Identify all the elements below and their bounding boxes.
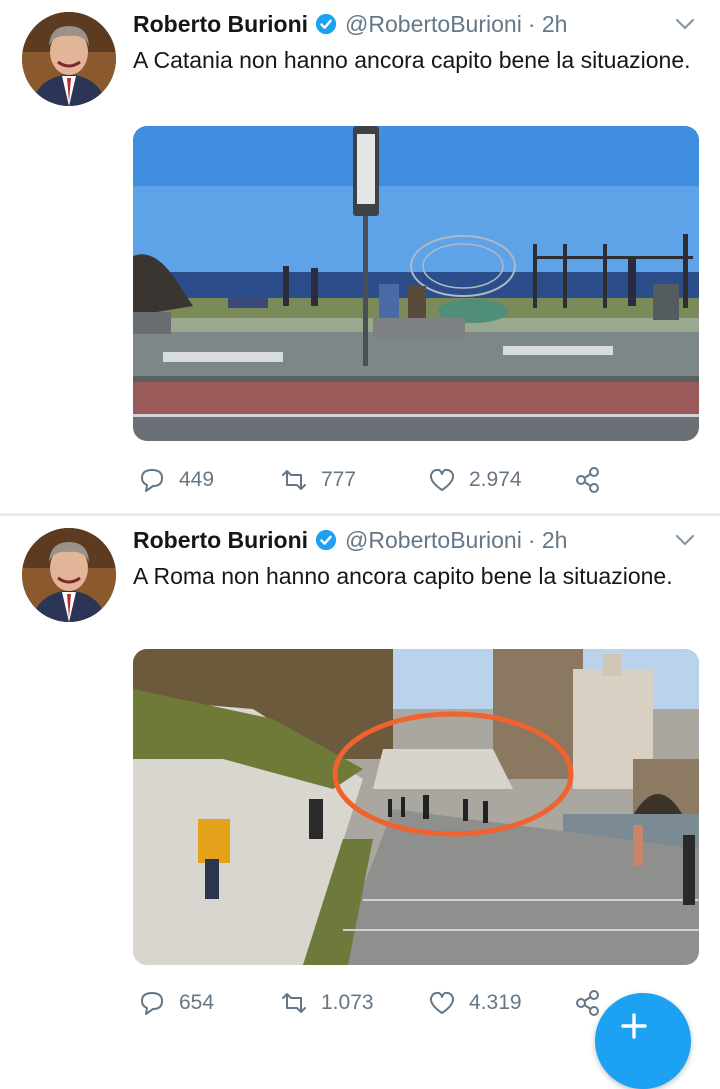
like-count: 2.974 [469,468,522,491]
retweet-count: 1.073 [321,991,374,1014]
tweet-photo-catania[interactable] [133,126,699,441]
reply-icon [141,469,163,492]
tweet-header: Roberto Burioni @RobertoBurioni · 2h [133,6,567,42]
reply-button[interactable]: 449 [137,460,214,500]
tweet-photo-roma[interactable] [133,649,699,965]
avatar[interactable] [22,528,116,622]
heart-icon [429,468,455,491]
author-handle[interactable]: @RobertoBurioni [345,11,522,38]
share-icon [576,990,599,1016]
reply-count: 449 [179,468,215,491]
author-name[interactable]: Roberto Burioni [133,527,308,554]
chevron-down-icon[interactable] [672,530,698,550]
retweet-button[interactable]: 1.073 [279,983,374,1023]
like-button[interactable]: 2.974 [427,460,522,500]
tweet-actions: 654 1.073 4.319 [133,983,603,1023]
share-button[interactable] [573,460,615,500]
tweet-header: Roberto Burioni @RobertoBurioni · 2h [133,522,567,558]
tweet-time: · 2h [527,526,568,553]
verified-badge-icon [315,529,337,551]
compose-tweet-icon [621,1013,647,1039]
tweet-actions: 449 777 2.974 [133,460,603,500]
retweet-count: 777 [321,468,357,491]
reply-button[interactable]: 654 [137,983,214,1023]
chevron-down-icon[interactable] [672,14,698,34]
reply-icon [141,992,163,1015]
share-icon [576,467,599,493]
retweet-button[interactable]: 777 [279,460,356,500]
retweet-icon [282,993,306,1013]
heart-icon [429,991,455,1014]
tweet-text: A Catania non hanno ancora capito bene l… [133,47,691,73]
verified-badge-icon [315,13,337,35]
tweet-time: · 2h [527,10,568,37]
like-button[interactable]: 4.319 [427,983,522,1023]
avatar[interactable] [22,12,116,106]
tweet-roma[interactable]: Roberto Burioni @RobertoBurioni · 2h A R… [0,516,720,1035]
reply-count: 654 [179,991,215,1014]
retweet-icon [282,470,306,490]
author-name[interactable]: Roberto Burioni [133,11,308,38]
like-count: 4.319 [469,991,522,1014]
compose-tweet-button[interactable] [595,993,691,1089]
tweet-text: A Roma non hanno ancora capito bene la s… [133,563,673,589]
tweet-catania[interactable]: Roberto Burioni @RobertoBurioni · 2h A C… [0,0,720,514]
author-handle[interactable]: @RobertoBurioni [345,527,522,554]
